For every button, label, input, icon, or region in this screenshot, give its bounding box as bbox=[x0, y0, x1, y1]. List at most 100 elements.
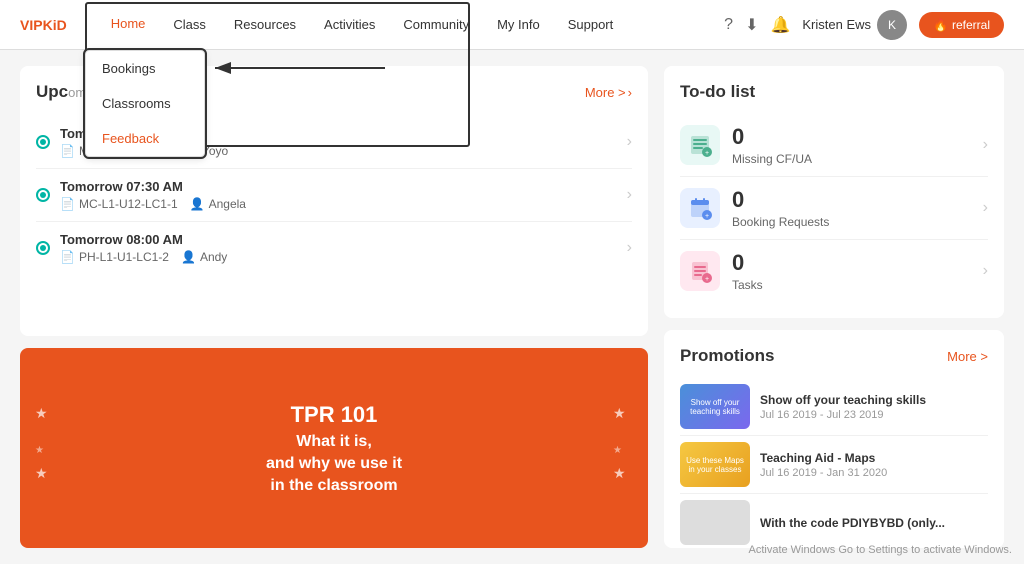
calendar-icon: + bbox=[688, 196, 712, 220]
user-menu[interactable]: Kristen Ews K bbox=[802, 10, 907, 40]
main-nav: Home Class Resources Activities Communit… bbox=[97, 0, 724, 50]
todo-chevron-icon[interactable]: › bbox=[983, 262, 988, 280]
promo-title-line1: TPR 101 bbox=[266, 401, 402, 430]
todo-count-tasks: 0 bbox=[732, 250, 971, 276]
promo-thumb: Show off your teaching skills bbox=[680, 384, 750, 429]
class-info: Tomorrow 08:00 AM 📄 PH-L1-U1-LC1-2 👤 And… bbox=[60, 232, 617, 264]
todo-label-booking: Booking Requests bbox=[732, 215, 971, 229]
class-chevron-icon[interactable]: › bbox=[627, 239, 632, 257]
promo-thumb: Use these Maps in your classes bbox=[680, 442, 750, 487]
promo-item[interactable]: Show off your teaching skills Show off y… bbox=[680, 378, 988, 436]
referral-label: referral bbox=[952, 18, 990, 32]
class-item[interactable]: Tomorrow 08:00 AM 📄 PH-L1-U1-LC1-2 👤 And… bbox=[36, 222, 632, 274]
todo-icon-cf: + bbox=[680, 125, 720, 165]
promo-details: With the code PDIYBYBD (only... bbox=[760, 516, 988, 530]
todo-item-cf[interactable]: + 0 Missing CF/UA › bbox=[680, 114, 988, 177]
class-meta: 📄 PH-L1-U1-LC1-2 👤 Andy bbox=[60, 250, 617, 264]
referral-button[interactable]: 🔥 referral bbox=[919, 12, 1004, 38]
promo-item[interactable]: With the code PDIYBYBD (only... bbox=[680, 494, 988, 548]
right-column: To-do list + 0 Missing CF/UA bbox=[664, 66, 1004, 548]
svg-text:+: + bbox=[705, 150, 709, 157]
nav-class[interactable]: Class bbox=[159, 0, 220, 50]
class-chevron-icon[interactable]: › bbox=[627, 133, 632, 151]
promo-name: Show off your teaching skills bbox=[760, 393, 988, 407]
upcoming-more-link[interactable]: More > › bbox=[585, 85, 632, 100]
avatar: K bbox=[877, 10, 907, 40]
logo-vip: VIP bbox=[20, 17, 43, 33]
promo-thumb bbox=[680, 500, 750, 545]
question-icon[interactable]: ? bbox=[724, 16, 733, 34]
svg-text:★: ★ bbox=[35, 405, 48, 421]
nav-resources[interactable]: Resources bbox=[220, 0, 310, 50]
user-icon: 👤 bbox=[190, 197, 205, 211]
svg-text:+: + bbox=[705, 276, 709, 283]
promotions-title: Promotions bbox=[680, 346, 774, 366]
nav-home[interactable]: Home bbox=[97, 0, 160, 50]
nav-myinfo[interactable]: My Info bbox=[483, 0, 554, 50]
todo-icon-tasks: + bbox=[680, 251, 720, 291]
class-course: 📄 PH-L1-U1-LC1-2 bbox=[60, 250, 169, 264]
referral-fire-icon: 🔥 bbox=[933, 18, 948, 32]
book-icon: 📄 bbox=[60, 197, 75, 211]
logo-kid: KiD bbox=[43, 17, 67, 33]
promo-name: Teaching Aid - Maps bbox=[760, 451, 988, 465]
nav-support[interactable]: Support bbox=[554, 0, 628, 50]
class-time: Tomorrow 08:00 AM bbox=[60, 232, 617, 247]
dropdown-feedback[interactable]: Feedback bbox=[86, 121, 204, 156]
svg-text:★: ★ bbox=[613, 465, 626, 481]
todo-count-booking: 0 bbox=[732, 187, 971, 213]
todo-count-cf: 0 bbox=[732, 124, 971, 150]
header: VIP KiD Home Class Resources Activities … bbox=[0, 0, 1024, 50]
nav-activities[interactable]: Activities bbox=[310, 0, 389, 50]
dropdown-bookings[interactable]: Bookings bbox=[86, 51, 204, 86]
user-icon: 👤 bbox=[181, 250, 196, 264]
more-chevron-icon: › bbox=[628, 85, 632, 100]
activate-windows-text: Activate Windows Go to Settings to activ… bbox=[748, 544, 1012, 556]
svg-text:★: ★ bbox=[35, 465, 48, 481]
promo-date: Jul 16 2019 - Jan 31 2020 bbox=[760, 467, 988, 479]
svg-text:★: ★ bbox=[35, 445, 44, 456]
header-right: ? ⬇ 🔔 Kristen Ews K 🔥 referral bbox=[724, 10, 1004, 40]
class-item[interactable]: Tomorrow 07:30 AM 📄 MC-L1-U12-LC1-1 👤 An… bbox=[36, 169, 632, 222]
todo-label-cf: Missing CF/UA bbox=[732, 152, 971, 166]
todo-info-cf: 0 Missing CF/UA bbox=[732, 124, 971, 166]
bell-icon[interactable]: 🔔 bbox=[770, 15, 790, 35]
class-chevron-icon[interactable]: › bbox=[627, 186, 632, 204]
promotions-section: Promotions More > Show off your teaching… bbox=[664, 330, 1004, 548]
class-time: Tomorrow 07:30 AM bbox=[60, 179, 617, 194]
promo-details: Teaching Aid - Maps Jul 16 2019 - Jan 31… bbox=[760, 451, 988, 479]
book-icon: 📄 bbox=[60, 250, 75, 264]
promo-title-line3: and why we use it bbox=[266, 455, 402, 473]
download-icon[interactable]: ⬇ bbox=[745, 15, 758, 35]
class-info: Tomorrow 07:30 AM 📄 MC-L1-U12-LC1-1 👤 An… bbox=[60, 179, 617, 211]
status-dot bbox=[36, 188, 50, 202]
todo-item-tasks[interactable]: + 0 Tasks › bbox=[680, 240, 988, 302]
status-dot bbox=[36, 241, 50, 255]
class-student: 👤 Andy bbox=[181, 250, 227, 264]
dropdown-classrooms[interactable]: Classrooms bbox=[86, 86, 204, 121]
todo-info-tasks: 0 Tasks bbox=[732, 250, 971, 292]
todo-info-booking: 0 Booking Requests bbox=[732, 187, 971, 229]
nav-community[interactable]: Community bbox=[389, 0, 483, 50]
class-meta: 📄 MC-L1-U12-LC1-1 👤 Angela bbox=[60, 197, 617, 211]
todo-label-tasks: Tasks bbox=[732, 278, 971, 292]
class-dropdown: Bookings Classrooms Feedback bbox=[85, 50, 205, 157]
todo-chevron-icon[interactable]: › bbox=[983, 199, 988, 217]
promo-date: Jul 16 2019 - Jul 23 2019 bbox=[760, 409, 988, 421]
todo-chevron-icon[interactable]: › bbox=[983, 136, 988, 154]
tasks-icon: + bbox=[688, 259, 712, 283]
stars-decoration: ★ ★ ★ bbox=[30, 398, 60, 498]
svg-text:+: + bbox=[705, 213, 709, 220]
promo-name: With the code PDIYBYBD (only... bbox=[760, 516, 988, 530]
book-icon: 📄 bbox=[60, 144, 75, 158]
promotions-more-link[interactable]: More > bbox=[947, 349, 988, 364]
logo: VIP KiD bbox=[20, 17, 67, 33]
svg-text:★: ★ bbox=[613, 445, 622, 456]
promo-text: TPR 101 What it is, and why we use it in… bbox=[250, 385, 418, 512]
user-name: Kristen Ews bbox=[802, 17, 871, 32]
promo-banner[interactable]: TPR 101 What it is, and why we use it in… bbox=[20, 348, 648, 548]
promo-item[interactable]: Use these Maps in your classes Teaching … bbox=[680, 436, 988, 494]
todo-icon-booking: + bbox=[680, 188, 720, 228]
todo-item-booking[interactable]: + 0 Booking Requests › bbox=[680, 177, 988, 240]
promotions-header: Promotions More > bbox=[680, 346, 988, 366]
